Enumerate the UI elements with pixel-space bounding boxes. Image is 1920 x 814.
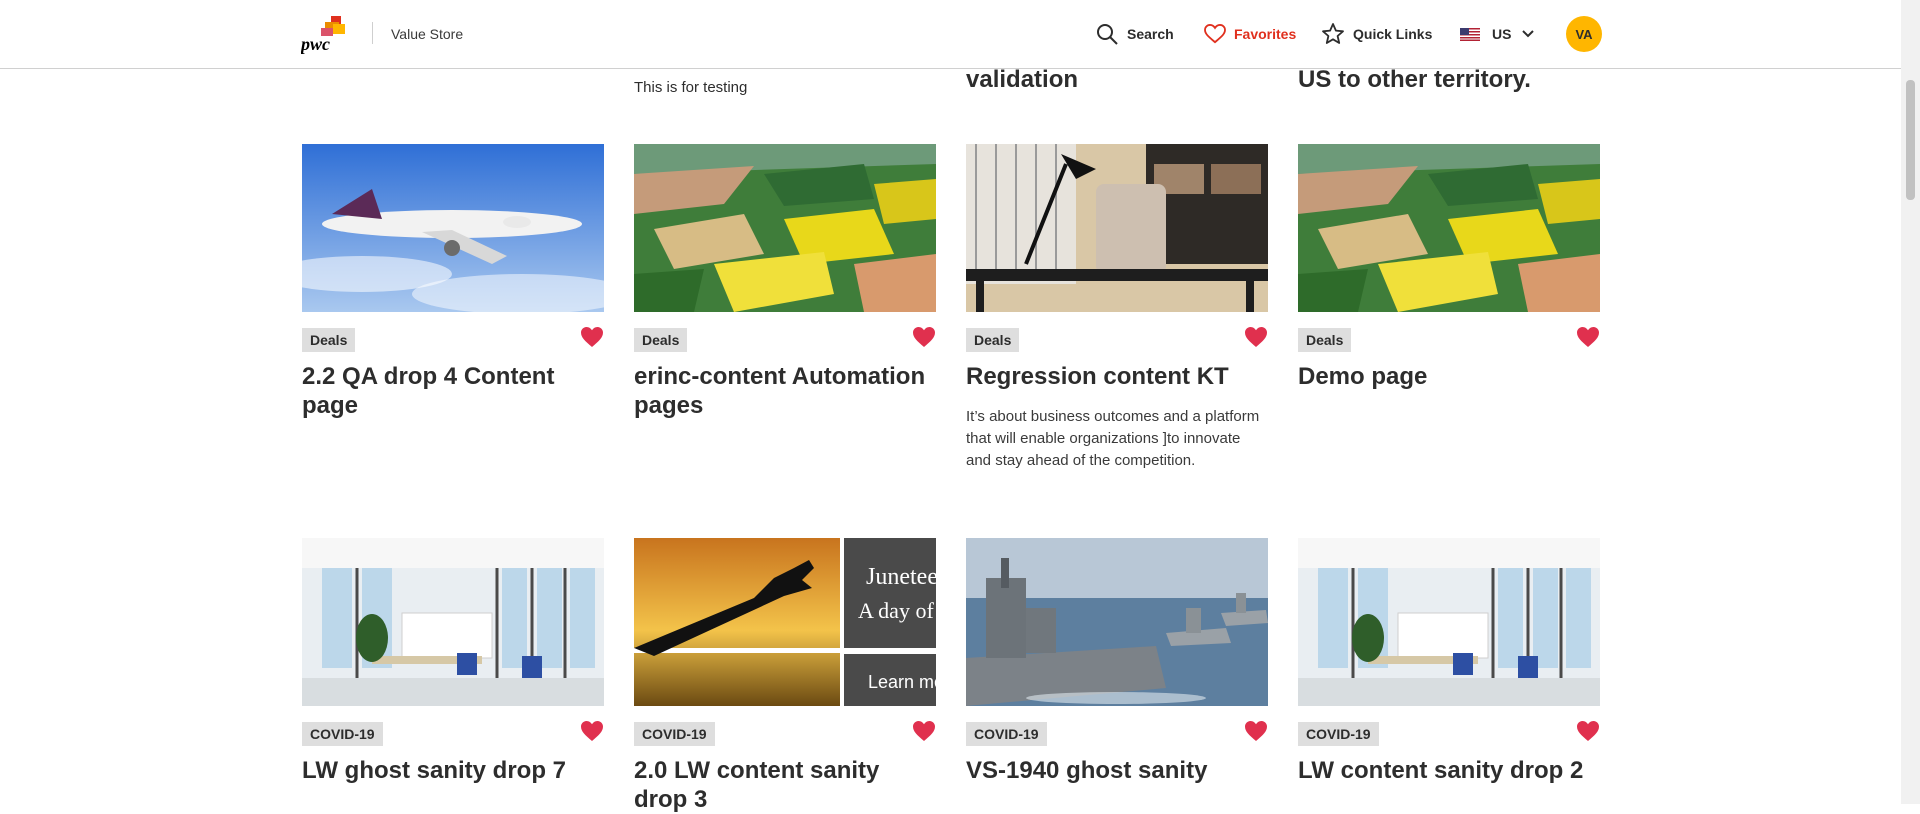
heart-filled-icon[interactable] <box>1576 326 1600 348</box>
heart-filled-icon[interactable] <box>912 326 936 348</box>
category-tag[interactable]: COVID-19 <box>1298 722 1379 746</box>
card-title[interactable]: Demo page <box>1298 362 1600 391</box>
card-image-warships[interactable] <box>966 538 1268 706</box>
quick-links-button[interactable]: Quick Links <box>1321 22 1432 46</box>
favorites-label: Favorites <box>1234 26 1297 42</box>
card-image-office-glass[interactable] <box>1298 538 1600 706</box>
carry-over-title[interactable]: US to other territory. <box>1298 66 1531 94</box>
chevron-down-icon <box>1522 30 1535 38</box>
heart-outline-icon <box>1204 24 1226 44</box>
region-label: US <box>1492 26 1512 42</box>
card-image-office-glass[interactable] <box>302 538 604 706</box>
category-tag[interactable]: Deals <box>966 328 1020 352</box>
heart-filled-icon[interactable] <box>1244 720 1268 742</box>
app-title[interactable]: Value Store <box>391 26 463 42</box>
category-tag[interactable]: Deals <box>302 328 356 352</box>
top-header: pwc Value Store Search Favorites Quick L… <box>0 0 1901 69</box>
svg-text:pwc: pwc <box>301 34 330 54</box>
banner-button: Learn more <box>868 672 936 692</box>
category-tag[interactable]: COVID-19 <box>966 722 1047 746</box>
card-title[interactable]: LW ghost sanity drop 7 <box>302 756 604 785</box>
card-title[interactable]: LW content sanity drop 2 <box>1298 756 1600 785</box>
card-title[interactable]: 2.2 QA drop 4 Content page <box>302 362 604 420</box>
pwc-logo[interactable]: pwc <box>299 14 353 54</box>
card-image-juneteenth-banner[interactable]: Juneteenth A day of Learn more <box>634 538 936 706</box>
scrollbar-thumb[interactable] <box>1906 80 1915 200</box>
card-image-fields[interactable] <box>634 144 936 312</box>
search-button[interactable]: Search <box>1096 22 1174 46</box>
us-flag-icon <box>1460 27 1480 41</box>
quick-links-label: Quick Links <box>1353 26 1433 42</box>
card-description: It’s about business outcomes and a platf… <box>966 408 1260 469</box>
carry-over-title[interactable]: validation <box>966 66 1078 94</box>
heart-filled-icon[interactable] <box>912 720 936 742</box>
category-tag[interactable]: COVID-19 <box>302 722 383 746</box>
user-avatar[interactable]: VA <box>1566 16 1602 52</box>
carry-over-description: This is for testing <box>634 79 748 96</box>
banner-heading: Juneteenth <box>866 564 936 590</box>
favorites-button[interactable]: Favorites <box>1204 22 1296 46</box>
heart-filled-icon[interactable] <box>1576 720 1600 742</box>
banner-subheading: A day of <box>858 598 934 623</box>
category-tag[interactable]: Deals <box>1298 328 1352 352</box>
logo-divider <box>372 22 373 44</box>
card-title[interactable]: Regression content KT <box>966 362 1268 391</box>
region-selector[interactable]: US <box>1460 22 1535 46</box>
star-outline-icon <box>1322 23 1344 44</box>
card-title[interactable]: 2.0 LW content sanity drop 3 <box>634 756 936 814</box>
heart-filled-icon[interactable] <box>580 720 604 742</box>
search-label: Search <box>1127 26 1174 42</box>
page-scrollbar[interactable] <box>1901 0 1920 804</box>
heart-filled-icon[interactable] <box>580 326 604 348</box>
card-title[interactable]: VS-1940 ghost sanity <box>966 756 1268 785</box>
card-image-fields[interactable] <box>1298 144 1600 312</box>
card-image-airplane[interactable] <box>302 144 604 312</box>
search-icon <box>1097 24 1118 45</box>
card-title[interactable]: erinc-content Automation pages <box>634 362 936 420</box>
category-tag[interactable]: COVID-19 <box>634 722 715 746</box>
card-image-office-desk[interactable] <box>966 144 1268 312</box>
heart-filled-icon[interactable] <box>1244 326 1268 348</box>
category-tag[interactable]: Deals <box>634 328 688 352</box>
